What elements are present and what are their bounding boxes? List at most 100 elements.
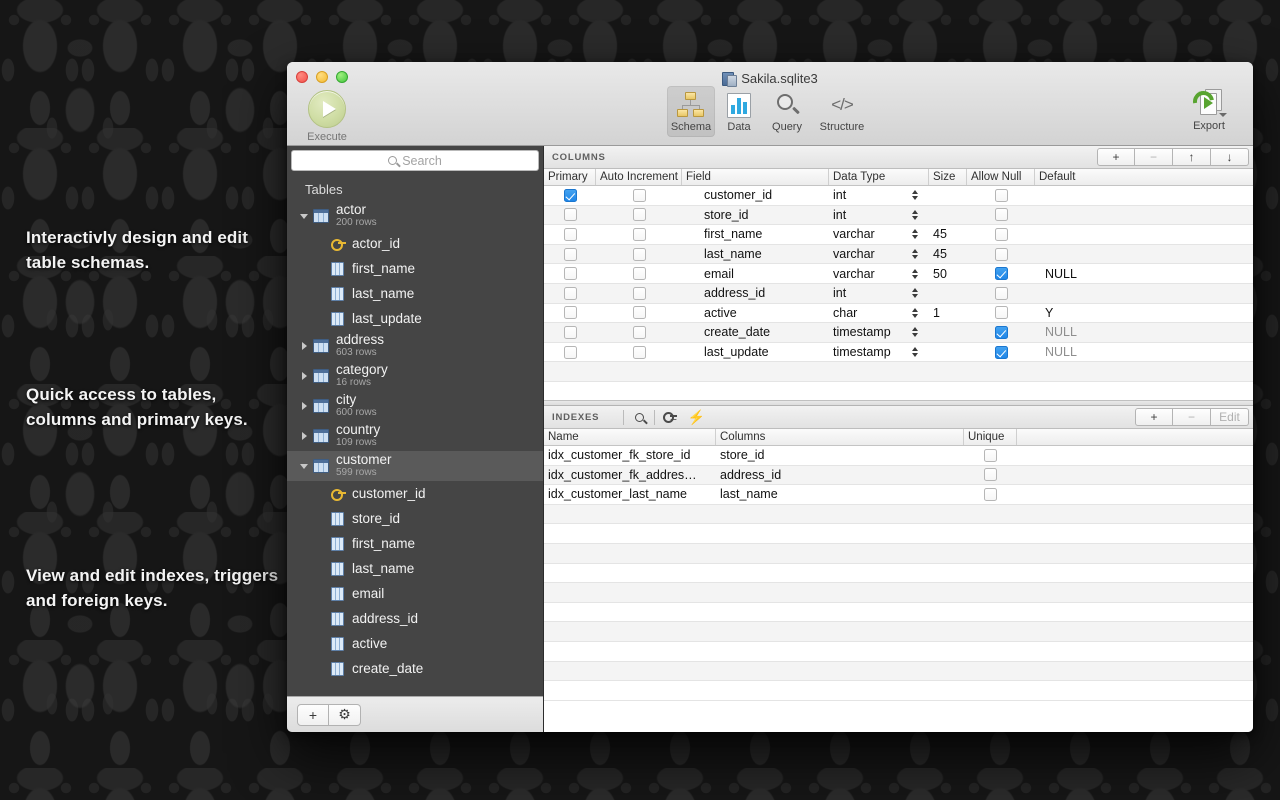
tree-item-customer-active[interactable]: active bbox=[287, 631, 543, 656]
table-row-empty[interactable] bbox=[544, 662, 1253, 682]
cell-size[interactable]: 45 bbox=[929, 245, 967, 264]
disclosure-triangle-closed-icon[interactable] bbox=[297, 372, 311, 380]
primary-checkbox[interactable] bbox=[564, 326, 577, 339]
cell-data-type[interactable]: timestamp bbox=[829, 343, 901, 362]
auto-increment-checkbox[interactable] bbox=[633, 189, 646, 202]
data-type-stepper[interactable] bbox=[901, 264, 929, 283]
table-row-empty[interactable] bbox=[544, 603, 1253, 623]
tree-item-customer-customer_id[interactable]: customer_id bbox=[287, 481, 543, 506]
move-column-up-button[interactable]: ↑ bbox=[1173, 148, 1211, 166]
primary-checkbox[interactable] bbox=[564, 346, 577, 359]
tab-query[interactable]: Query bbox=[763, 86, 811, 137]
data-type-stepper[interactable] bbox=[901, 206, 929, 225]
cell-size[interactable]: 45 bbox=[929, 225, 967, 244]
tree-item-country[interactable]: country 109 rows bbox=[287, 421, 543, 451]
index-header-unique[interactable]: Unique bbox=[964, 429, 1017, 445]
primary-checkbox[interactable] bbox=[564, 306, 577, 319]
cell-index-columns[interactable]: address_id bbox=[716, 466, 964, 485]
data-type-stepper[interactable] bbox=[901, 186, 929, 205]
tree-item-customer-last_name[interactable]: last_name bbox=[287, 556, 543, 581]
unique-checkbox[interactable] bbox=[984, 468, 997, 481]
cell-field[interactable]: customer_id bbox=[682, 186, 829, 205]
cell-data-type[interactable]: int bbox=[829, 186, 901, 205]
tab-structure[interactable]: </> Structure bbox=[811, 86, 873, 137]
cell-size[interactable] bbox=[929, 284, 967, 303]
tree-item-customer-email[interactable]: email bbox=[287, 581, 543, 606]
search-input[interactable]: Search bbox=[291, 150, 539, 171]
remove-index-button[interactable]: − bbox=[1173, 408, 1211, 426]
table-row-empty[interactable] bbox=[544, 382, 1253, 400]
tree-item-customer[interactable]: customer 599 rows bbox=[287, 451, 543, 481]
table-row-empty[interactable] bbox=[544, 642, 1253, 662]
table-row-empty[interactable] bbox=[544, 681, 1253, 701]
table-row[interactable]: address_id int bbox=[544, 284, 1253, 304]
tree-item-customer-first_name[interactable]: first_name bbox=[287, 531, 543, 556]
cell-index-name[interactable]: idx_customer_fk_store_id bbox=[544, 446, 716, 465]
allow-null-checkbox[interactable] bbox=[995, 287, 1008, 300]
primary-checkbox[interactable] bbox=[564, 208, 577, 221]
cell-field[interactable]: address_id bbox=[682, 284, 829, 303]
primary-checkbox[interactable] bbox=[564, 189, 577, 202]
tree-item-city[interactable]: city 600 rows bbox=[287, 391, 543, 421]
primary-checkbox[interactable] bbox=[564, 267, 577, 280]
cell-field[interactable]: last_update bbox=[682, 343, 829, 362]
cell-size[interactable] bbox=[929, 343, 967, 362]
table-row-empty[interactable] bbox=[544, 544, 1253, 564]
auto-increment-checkbox[interactable] bbox=[633, 228, 646, 241]
column-header-size[interactable]: Size bbox=[929, 169, 967, 185]
disclosure-triangle-closed-icon[interactable] bbox=[297, 402, 311, 410]
tree-item-actor-last_name[interactable]: last_name bbox=[287, 281, 543, 306]
cell-field[interactable]: first_name bbox=[682, 225, 829, 244]
cell-data-type[interactable]: int bbox=[829, 206, 901, 225]
table-row[interactable]: email varchar 50 NULL bbox=[544, 264, 1253, 284]
cell-default[interactable] bbox=[1035, 206, 1253, 225]
data-type-stepper[interactable] bbox=[901, 245, 929, 264]
data-type-stepper[interactable] bbox=[901, 323, 929, 342]
cell-data-type[interactable]: varchar bbox=[829, 264, 901, 283]
column-header-auto-increment[interactable]: Auto Increment bbox=[596, 169, 682, 185]
tree-item-address[interactable]: address 603 rows bbox=[287, 331, 543, 361]
disclosure-triangle-open-icon[interactable] bbox=[297, 214, 311, 219]
cell-data-type[interactable]: varchar bbox=[829, 245, 901, 264]
disclosure-triangle-open-icon[interactable] bbox=[297, 464, 311, 469]
data-type-stepper[interactable] bbox=[901, 225, 929, 244]
table-row[interactable]: idx_customer_last_name last_name bbox=[544, 485, 1253, 505]
table-row[interactable]: last_name varchar 45 bbox=[544, 245, 1253, 265]
index-header-name[interactable]: Name bbox=[544, 429, 716, 445]
triggers-tab-icon[interactable]: ⚡ bbox=[683, 408, 709, 427]
cell-index-columns[interactable]: last_name bbox=[716, 485, 964, 504]
unique-checkbox[interactable] bbox=[984, 488, 997, 501]
primary-checkbox[interactable] bbox=[564, 287, 577, 300]
export-button[interactable]: Export bbox=[1179, 88, 1239, 132]
move-column-down-button[interactable]: ↓ bbox=[1211, 148, 1249, 166]
allow-null-checkbox[interactable] bbox=[995, 326, 1008, 339]
index-header-columns[interactable]: Columns bbox=[716, 429, 964, 445]
table-row-empty[interactable] bbox=[544, 583, 1253, 603]
cell-data-type[interactable]: timestamp bbox=[829, 323, 901, 342]
cell-field[interactable]: active bbox=[682, 304, 829, 323]
auto-increment-checkbox[interactable] bbox=[633, 208, 646, 221]
allow-null-checkbox[interactable] bbox=[995, 346, 1008, 359]
foreign-keys-tab-icon[interactable] bbox=[657, 408, 683, 427]
auto-increment-checkbox[interactable] bbox=[633, 287, 646, 300]
disclosure-triangle-closed-icon[interactable] bbox=[297, 342, 311, 350]
allow-null-checkbox[interactable] bbox=[995, 267, 1008, 280]
column-header-default[interactable]: Default bbox=[1035, 169, 1253, 185]
auto-increment-checkbox[interactable] bbox=[633, 326, 646, 339]
add-column-button[interactable]: + bbox=[1097, 148, 1135, 166]
auto-increment-checkbox[interactable] bbox=[633, 306, 646, 319]
cell-field[interactable]: create_date bbox=[682, 323, 829, 342]
tab-data[interactable]: Data bbox=[715, 86, 763, 137]
cell-field[interactable]: email bbox=[682, 264, 829, 283]
cell-default[interactable] bbox=[1035, 284, 1253, 303]
cell-index-name[interactable]: idx_customer_fk_addres… bbox=[544, 466, 716, 485]
table-row[interactable]: create_date timestamp NULL bbox=[544, 323, 1253, 343]
table-row[interactable]: customer_id int bbox=[544, 186, 1253, 206]
cell-default[interactable] bbox=[1035, 186, 1253, 205]
cell-default[interactable]: NULL bbox=[1035, 323, 1253, 342]
tab-schema[interactable]: Schema bbox=[667, 86, 715, 137]
cell-default[interactable]: Y bbox=[1035, 304, 1253, 323]
tree-item-actor-last_update[interactable]: last_update bbox=[287, 306, 543, 331]
tree-item-customer-store_id[interactable]: store_id bbox=[287, 506, 543, 531]
index-header-extra[interactable] bbox=[1017, 429, 1253, 445]
